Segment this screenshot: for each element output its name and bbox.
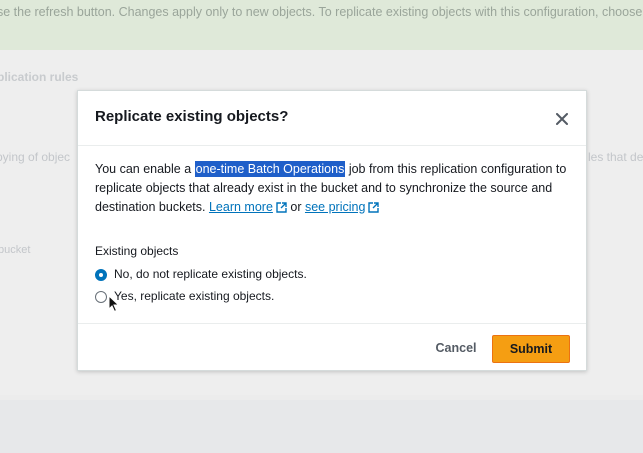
- submit-button[interactable]: Submit: [492, 335, 570, 363]
- modal-title: Replicate existing objects?: [95, 108, 289, 125]
- radio-button-checked[interactable]: [95, 268, 107, 281]
- existing-objects-label: Existing objects: [95, 244, 179, 258]
- description-text: You can enable a: [95, 162, 195, 176]
- description-text: or: [286, 200, 305, 214]
- radio-button[interactable]: [95, 290, 107, 303]
- external-link-icon: [368, 202, 380, 213]
- close-icon: [556, 113, 568, 125]
- background-info-banner: se the refresh button. Changes apply onl…: [0, 0, 643, 50]
- modal-header: Replicate existing objects?: [78, 91, 586, 146]
- learn-more-link[interactable]: Learn more: [209, 200, 287, 214]
- radio-label: Yes, replicate existing objects.: [114, 289, 275, 303]
- learn-more-label: Learn more: [208, 200, 273, 214]
- background-section-heading: plication rules: [0, 70, 79, 84]
- mouse-pointer-icon: [108, 295, 120, 313]
- radio-option-no[interactable]: No, do not replicate existing objects.: [95, 266, 573, 283]
- modal-footer: Cancel Submit: [78, 323, 586, 372]
- modal-description: You can enable a one-time Batch Operatio…: [95, 160, 573, 217]
- modal-body: You can enable a one-time Batch Operatio…: [95, 160, 573, 305]
- external-link-icon: [276, 202, 287, 213]
- radio-option-yes[interactable]: Yes, replicate existing objects.: [95, 288, 573, 305]
- background-text: les that de: [588, 150, 643, 164]
- replicate-existing-objects-modal: Replicate existing objects? You can enab…: [77, 90, 587, 371]
- background-text: bucket: [0, 244, 31, 256]
- radio-label: No, do not replicate existing objects.: [114, 267, 307, 281]
- background-banner-text: se the refresh button. Changes apply onl…: [0, 5, 643, 19]
- highlighted-text: one-time Batch Operations: [194, 161, 346, 177]
- see-pricing-label: see pricing: [304, 200, 366, 214]
- close-button[interactable]: [551, 108, 573, 130]
- cancel-button[interactable]: Cancel: [426, 335, 486, 361]
- background-lower-panel: [0, 400, 643, 453]
- see-pricing-link[interactable]: see pricing: [304, 200, 380, 214]
- background-text: pying of objec: [0, 150, 71, 164]
